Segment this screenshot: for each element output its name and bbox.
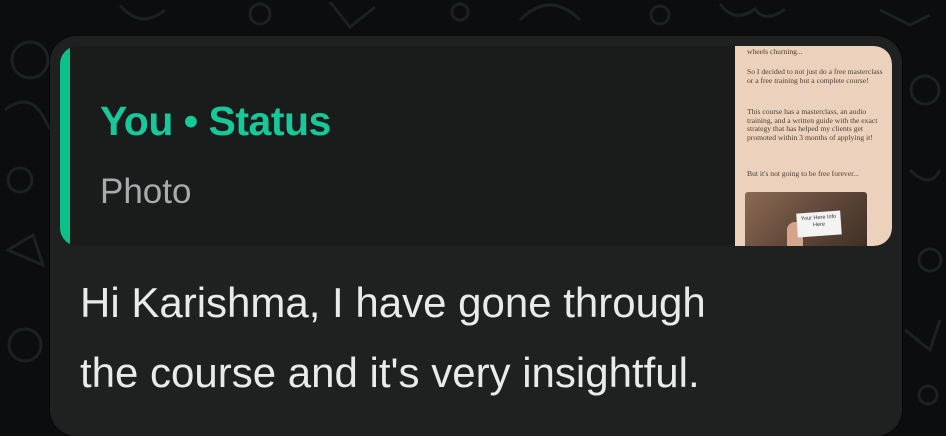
status-thumbnail[interactable]: wheels churning... So I decided to not j…: [735, 46, 892, 246]
message-bubble[interactable]: You • Status Photo wheels churning... So…: [50, 36, 902, 436]
thumbnail-text-line: wheels churning...: [747, 47, 803, 56]
thumbnail-text-line: So I decided to not just do a free maste…: [747, 67, 883, 85]
message-text: Hi Karishma, I have gone through the cou…: [80, 268, 880, 408]
quote-media-type: Photo: [100, 172, 192, 211]
quote-accent-bar: [60, 46, 70, 246]
quote-title: You • Status: [100, 98, 331, 144]
quoted-status-reply[interactable]: You • Status Photo wheels churning... So…: [60, 46, 892, 246]
thumbnail-text-line: But it's not going to be free forever...: [747, 169, 859, 178]
thumbnail-text-line: This course has a masterclass, an audio …: [747, 107, 878, 142]
message-line: the course and it's very insightful.: [80, 349, 700, 396]
message-line: Hi Karishma, I have gone through: [80, 279, 706, 326]
thumbnail-card: Your Here Info Here: [796, 210, 842, 238]
